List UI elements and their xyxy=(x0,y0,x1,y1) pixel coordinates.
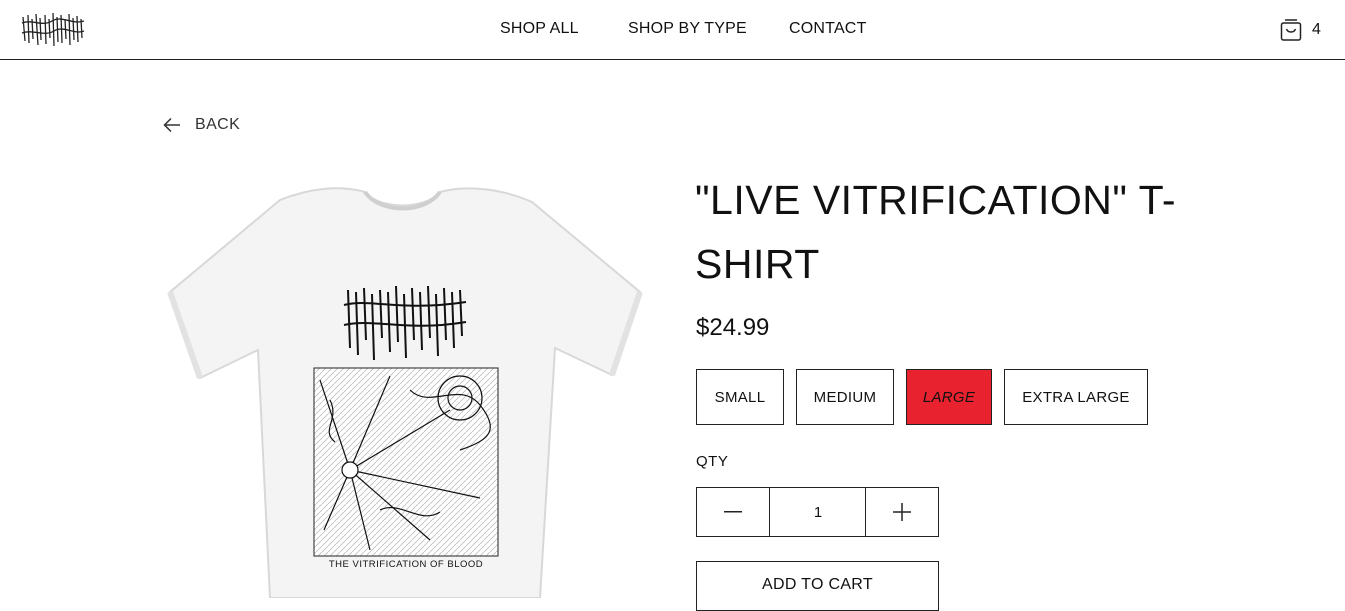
size-option-small[interactable]: SMALL xyxy=(696,369,784,425)
nav-shop-by-type[interactable]: SHOP BY TYPE xyxy=(628,20,747,38)
product-image: THE VITRIFICATION OF BLOOD xyxy=(160,180,650,598)
back-label: BACK xyxy=(195,116,241,133)
quantity-stepper: 1 xyxy=(696,487,939,537)
product-title: "LIVE VITRIFICATION" T-SHIRT xyxy=(695,177,1177,287)
back-link[interactable]: BACK xyxy=(163,116,240,134)
add-to-cart-button[interactable]: ADD TO CART xyxy=(696,561,939,611)
shirt-print-caption: THE VITRIFICATION OF BLOOD xyxy=(329,559,483,570)
cart-button[interactable]: 4 xyxy=(1280,17,1321,43)
size-option-large[interactable]: LARGE xyxy=(906,369,992,425)
qty-decrease-button[interactable] xyxy=(697,488,770,536)
size-option-medium[interactable]: MEDIUM xyxy=(796,369,894,425)
nav-shop-all[interactable]: SHOP ALL xyxy=(500,20,579,38)
product-price: $24.99 xyxy=(696,314,770,341)
arrow-left-icon xyxy=(163,117,180,133)
plus-icon xyxy=(893,503,911,521)
band-logo[interactable] xyxy=(20,9,86,49)
shirt-artwork xyxy=(313,367,499,557)
qty-label: QTY xyxy=(696,453,729,470)
shopping-bag-icon xyxy=(1280,19,1302,41)
site-header: SHOP ALL SHOP BY TYPE CONTACT 4 xyxy=(0,0,1345,60)
qty-increase-button[interactable] xyxy=(865,488,938,536)
qty-value[interactable]: 1 xyxy=(770,488,866,536)
nav-contact[interactable]: CONTACT xyxy=(789,20,867,38)
minus-icon xyxy=(724,511,742,513)
cart-count: 4 xyxy=(1312,21,1321,38)
size-option-extra-large[interactable]: EXTRA LARGE xyxy=(1004,369,1148,425)
